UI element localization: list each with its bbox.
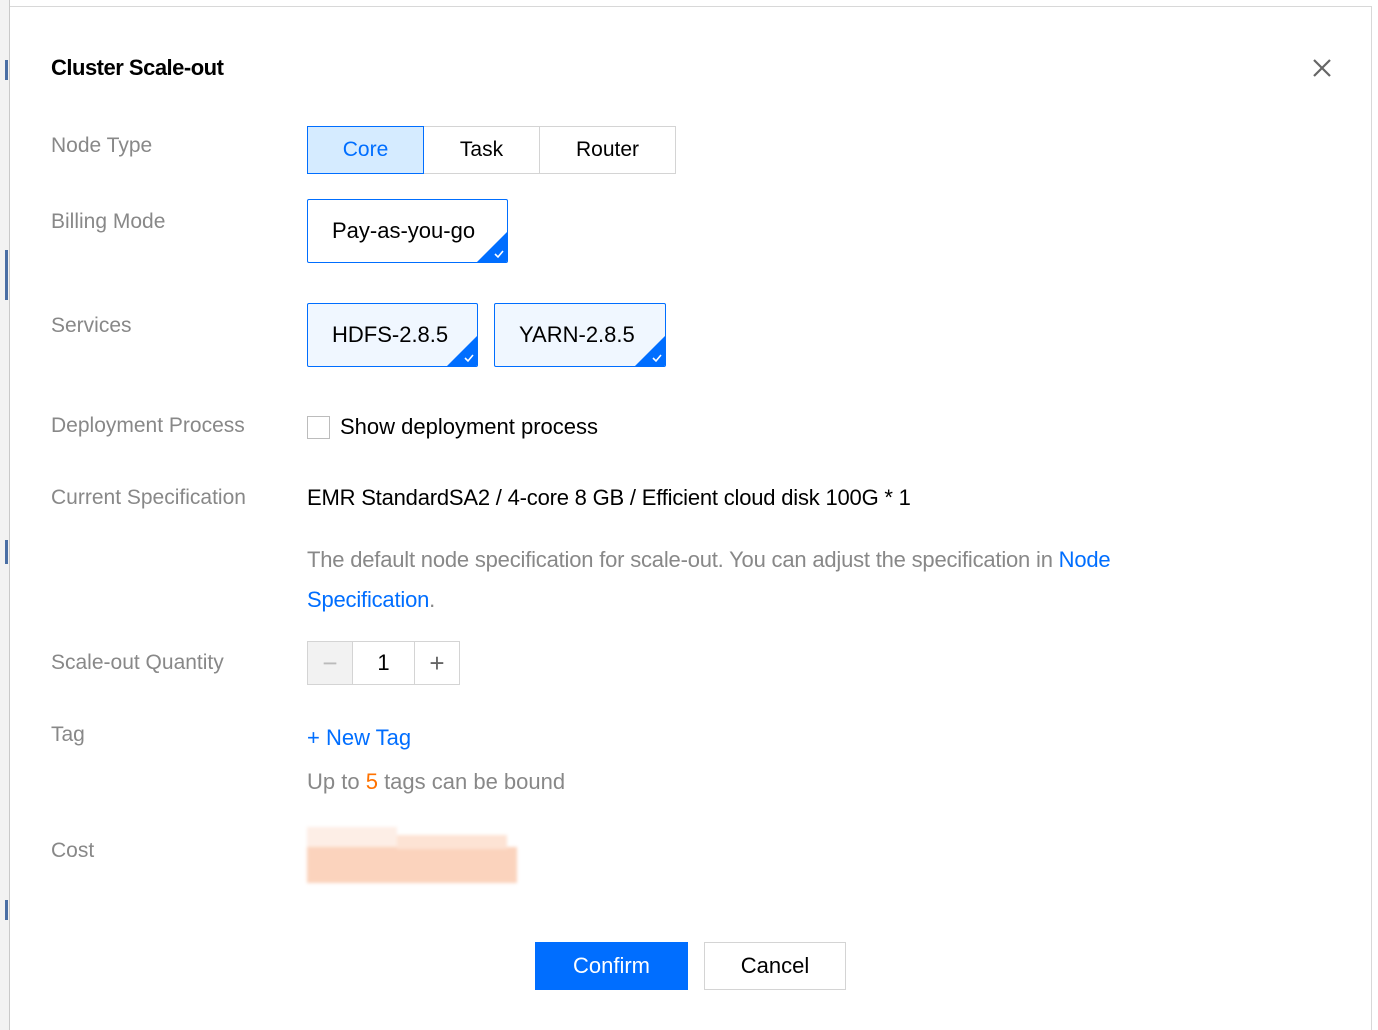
close-icon	[1313, 59, 1331, 77]
node-type-label: Node Type	[51, 134, 153, 157]
node-type-option-core[interactable]: Core	[307, 126, 424, 174]
new-tag-link[interactable]: + New Tag	[307, 725, 411, 751]
dialog-title: Cluster Scale-out	[51, 55, 224, 80]
tag-hint-suffix: tags can be bound	[377, 769, 566, 794]
increment-button[interactable]: +	[414, 641, 460, 685]
specification-hint-text: The default node specification for scale…	[307, 547, 1059, 572]
decrement-button[interactable]: −	[307, 641, 353, 685]
cluster-scale-out-dialog: Cluster Scale-out Node Type Core Task Ro…	[10, 6, 1372, 1030]
scale-out-quantity-label: Scale-out Quantity	[51, 651, 224, 674]
cost-value-redacted	[307, 827, 517, 883]
service-yarn-text: YARN-2.8.5	[519, 322, 635, 347]
node-type-option-task[interactable]: Task	[423, 126, 540, 174]
billing-mode-label: Billing Mode	[51, 210, 166, 233]
checkbox-box[interactable]	[307, 415, 330, 439]
close-button[interactable]	[1307, 53, 1337, 83]
tag-limit-count: 5	[365, 769, 378, 794]
service-hdfs[interactable]: HDFS-2.8.5	[307, 303, 478, 367]
confirm-button[interactable]: Confirm	[535, 942, 688, 990]
service-yarn[interactable]: YARN-2.8.5	[494, 303, 666, 367]
node-type-selector: Core Task Router	[307, 126, 676, 174]
deployment-process-label: Deployment Process	[51, 414, 245, 437]
check-icon	[494, 250, 504, 259]
billing-mode-text: Pay-as-you-go	[332, 218, 476, 243]
specification-hint: The default node specification for scale…	[307, 540, 1237, 620]
tag-label: Tag	[51, 723, 85, 746]
tag-hint-prefix: Up to	[307, 769, 366, 794]
service-hdfs-text: HDFS-2.8.5	[332, 322, 449, 347]
quantity-input[interactable]: 1	[353, 641, 414, 685]
tag-limit-hint: Up to 5 tags can be bound	[307, 769, 565, 795]
services-label: Services	[51, 314, 132, 337]
show-deployment-checkbox[interactable]: Show deployment process	[307, 414, 598, 440]
current-specification-label: Current Specification	[51, 486, 246, 509]
checkbox-label: Show deployment process	[340, 414, 599, 439]
check-icon	[464, 354, 474, 363]
cancel-button[interactable]: Cancel	[704, 942, 846, 990]
cost-label: Cost	[51, 839, 95, 862]
check-icon	[652, 354, 662, 363]
background-page-edge	[0, 0, 10, 1030]
specification-value: EMR StandardSA2 / 4-core 8 GB / Efficien…	[307, 485, 911, 510]
specification-hint-suffix: .	[429, 587, 436, 612]
quantity-stepper: − 1 +	[307, 641, 460, 685]
node-type-option-router[interactable]: Router	[539, 126, 676, 174]
billing-mode-pay-as-you-go[interactable]: Pay-as-you-go	[307, 199, 508, 263]
